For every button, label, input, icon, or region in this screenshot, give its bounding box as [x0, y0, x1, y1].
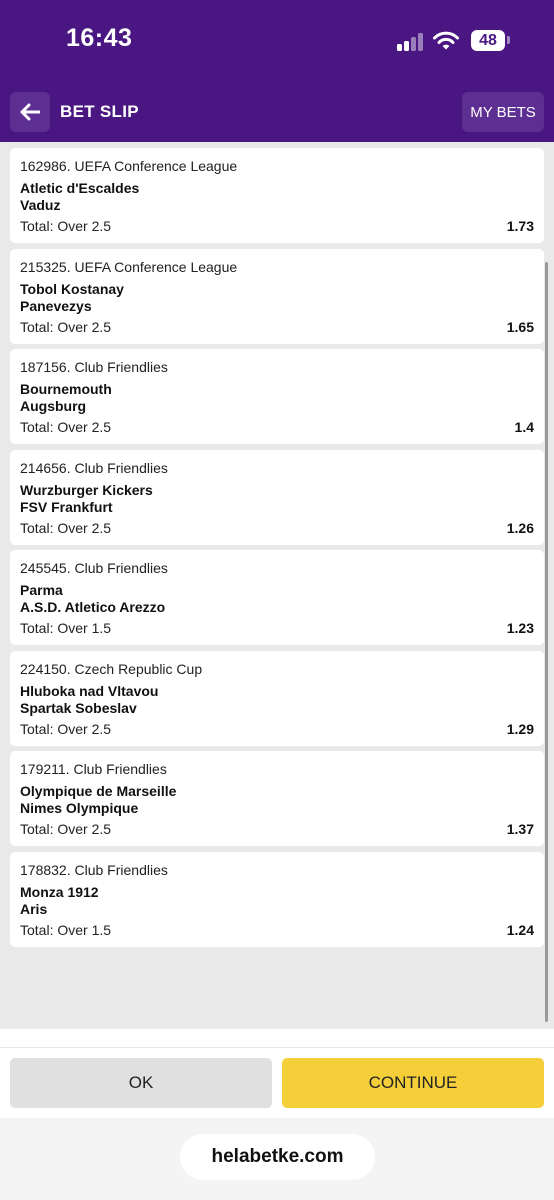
bet-odds: 1.26 — [506, 520, 534, 536]
scrollbar[interactable] — [545, 262, 548, 1022]
bet-odds: 1.4 — [514, 419, 534, 435]
battery-tip — [507, 36, 510, 44]
bet-market: Total: Over 2.5 — [20, 319, 112, 335]
my-bets-button[interactable]: MY BETS — [462, 92, 544, 132]
bet-home-team: Parma — [20, 582, 63, 598]
bet-market: Total: Over 2.5 — [20, 520, 112, 536]
bet-away-team: Augsburg — [20, 398, 87, 414]
bet-away-team: Aris — [20, 901, 48, 917]
bet-away-team: FSV Frankfurt — [20, 499, 113, 515]
bet-card[interactable]: 215325. UEFA Conference League Tobol Kos… — [10, 249, 544, 344]
bet-card[interactable]: 178832. Club Friendlies Monza 1912 Aris … — [10, 852, 544, 947]
status-time: 16:43 — [66, 24, 133, 52]
back-button[interactable] — [10, 92, 50, 132]
arrow-left-icon — [20, 103, 40, 121]
bet-home-team: Bournemouth — [20, 381, 112, 397]
bet-home-team: Atletic d'Escaldes — [20, 180, 140, 196]
app-header: BET SLIP MY BETS — [0, 82, 554, 142]
bet-market: Total: Over 2.5 — [20, 821, 112, 837]
bet-league: 224150. Czech Republic Cup — [20, 661, 203, 677]
bet-away-team: Nimes Olympique — [20, 800, 139, 816]
ok-button[interactable]: OK — [10, 1058, 272, 1108]
bet-home-team: Monza 1912 — [20, 884, 99, 900]
continue-button[interactable]: CONTINUE — [282, 1058, 544, 1108]
page-title: BET SLIP — [60, 102, 139, 121]
bet-card[interactable]: 187156. Club Friendlies Bournemouth Augs… — [10, 349, 544, 444]
bet-market: Total: Over 2.5 — [20, 218, 112, 234]
bet-card[interactable]: 162986. UEFA Conference League Atletic d… — [10, 148, 544, 243]
status-bar: 16:43 48 — [0, 0, 554, 82]
bet-away-team: Vaduz — [20, 197, 61, 213]
bet-league: 179211. Club Friendlies — [20, 761, 167, 777]
bet-market: Total: Over 1.5 — [20, 620, 112, 636]
bet-home-team: Olympique de Marseille — [20, 783, 177, 799]
bet-card[interactable]: 224150. Czech Republic Cup Hluboka nad V… — [10, 651, 544, 746]
footer-divider — [0, 1047, 554, 1048]
wifi-icon — [433, 31, 459, 50]
bet-home-team: Tobol Kostanay — [20, 281, 124, 297]
bet-league: 245545. Club Friendlies — [20, 560, 168, 576]
bet-home-team: Hluboka nad Vltavou — [20, 683, 159, 699]
bet-league: 187156. Club Friendlies — [20, 359, 168, 375]
bet-card[interactable]: 245545. Club Friendlies Parma A.S.D. Atl… — [10, 550, 544, 645]
cellular-signal-icon — [397, 33, 425, 51]
battery-indicator: 48 — [471, 30, 505, 51]
bet-odds: 1.23 — [506, 620, 534, 636]
bet-card[interactable]: 179211. Club Friendlies Olympique de Mar… — [10, 751, 544, 846]
bet-market: Total: Over 1.5 — [20, 922, 112, 938]
bet-odds: 1.37 — [506, 821, 534, 837]
bet-away-team: Panevezys — [20, 298, 92, 314]
bet-league: 162986. UEFA Conference League — [20, 158, 238, 174]
bet-odds: 1.65 — [506, 319, 534, 335]
bet-market: Total: Over 2.5 — [20, 419, 112, 435]
bet-league: 178832. Club Friendlies — [20, 862, 168, 878]
bet-odds: 1.24 — [506, 922, 534, 938]
bet-odds: 1.73 — [506, 218, 534, 234]
bet-market: Total: Over 2.5 — [20, 721, 112, 737]
bet-card[interactable]: 214656. Club Friendlies Wurzburger Kicke… — [10, 450, 544, 545]
bet-home-team: Wurzburger Kickers — [20, 482, 153, 498]
footer: OK CONTINUE helabetke.com — [0, 1029, 554, 1200]
bet-league: 214656. Club Friendlies — [20, 460, 168, 476]
bet-slip-list[interactable]: 162986. UEFA Conference League Atletic d… — [0, 142, 554, 1029]
bet-league: 215325. UEFA Conference League — [20, 259, 238, 275]
browser-url-pill[interactable]: helabetke.com — [180, 1134, 375, 1180]
bet-away-team: Spartak Sobeslav — [20, 700, 137, 716]
bet-away-team: A.S.D. Atletico Arezzo — [20, 599, 166, 615]
bet-odds: 1.29 — [506, 721, 534, 737]
